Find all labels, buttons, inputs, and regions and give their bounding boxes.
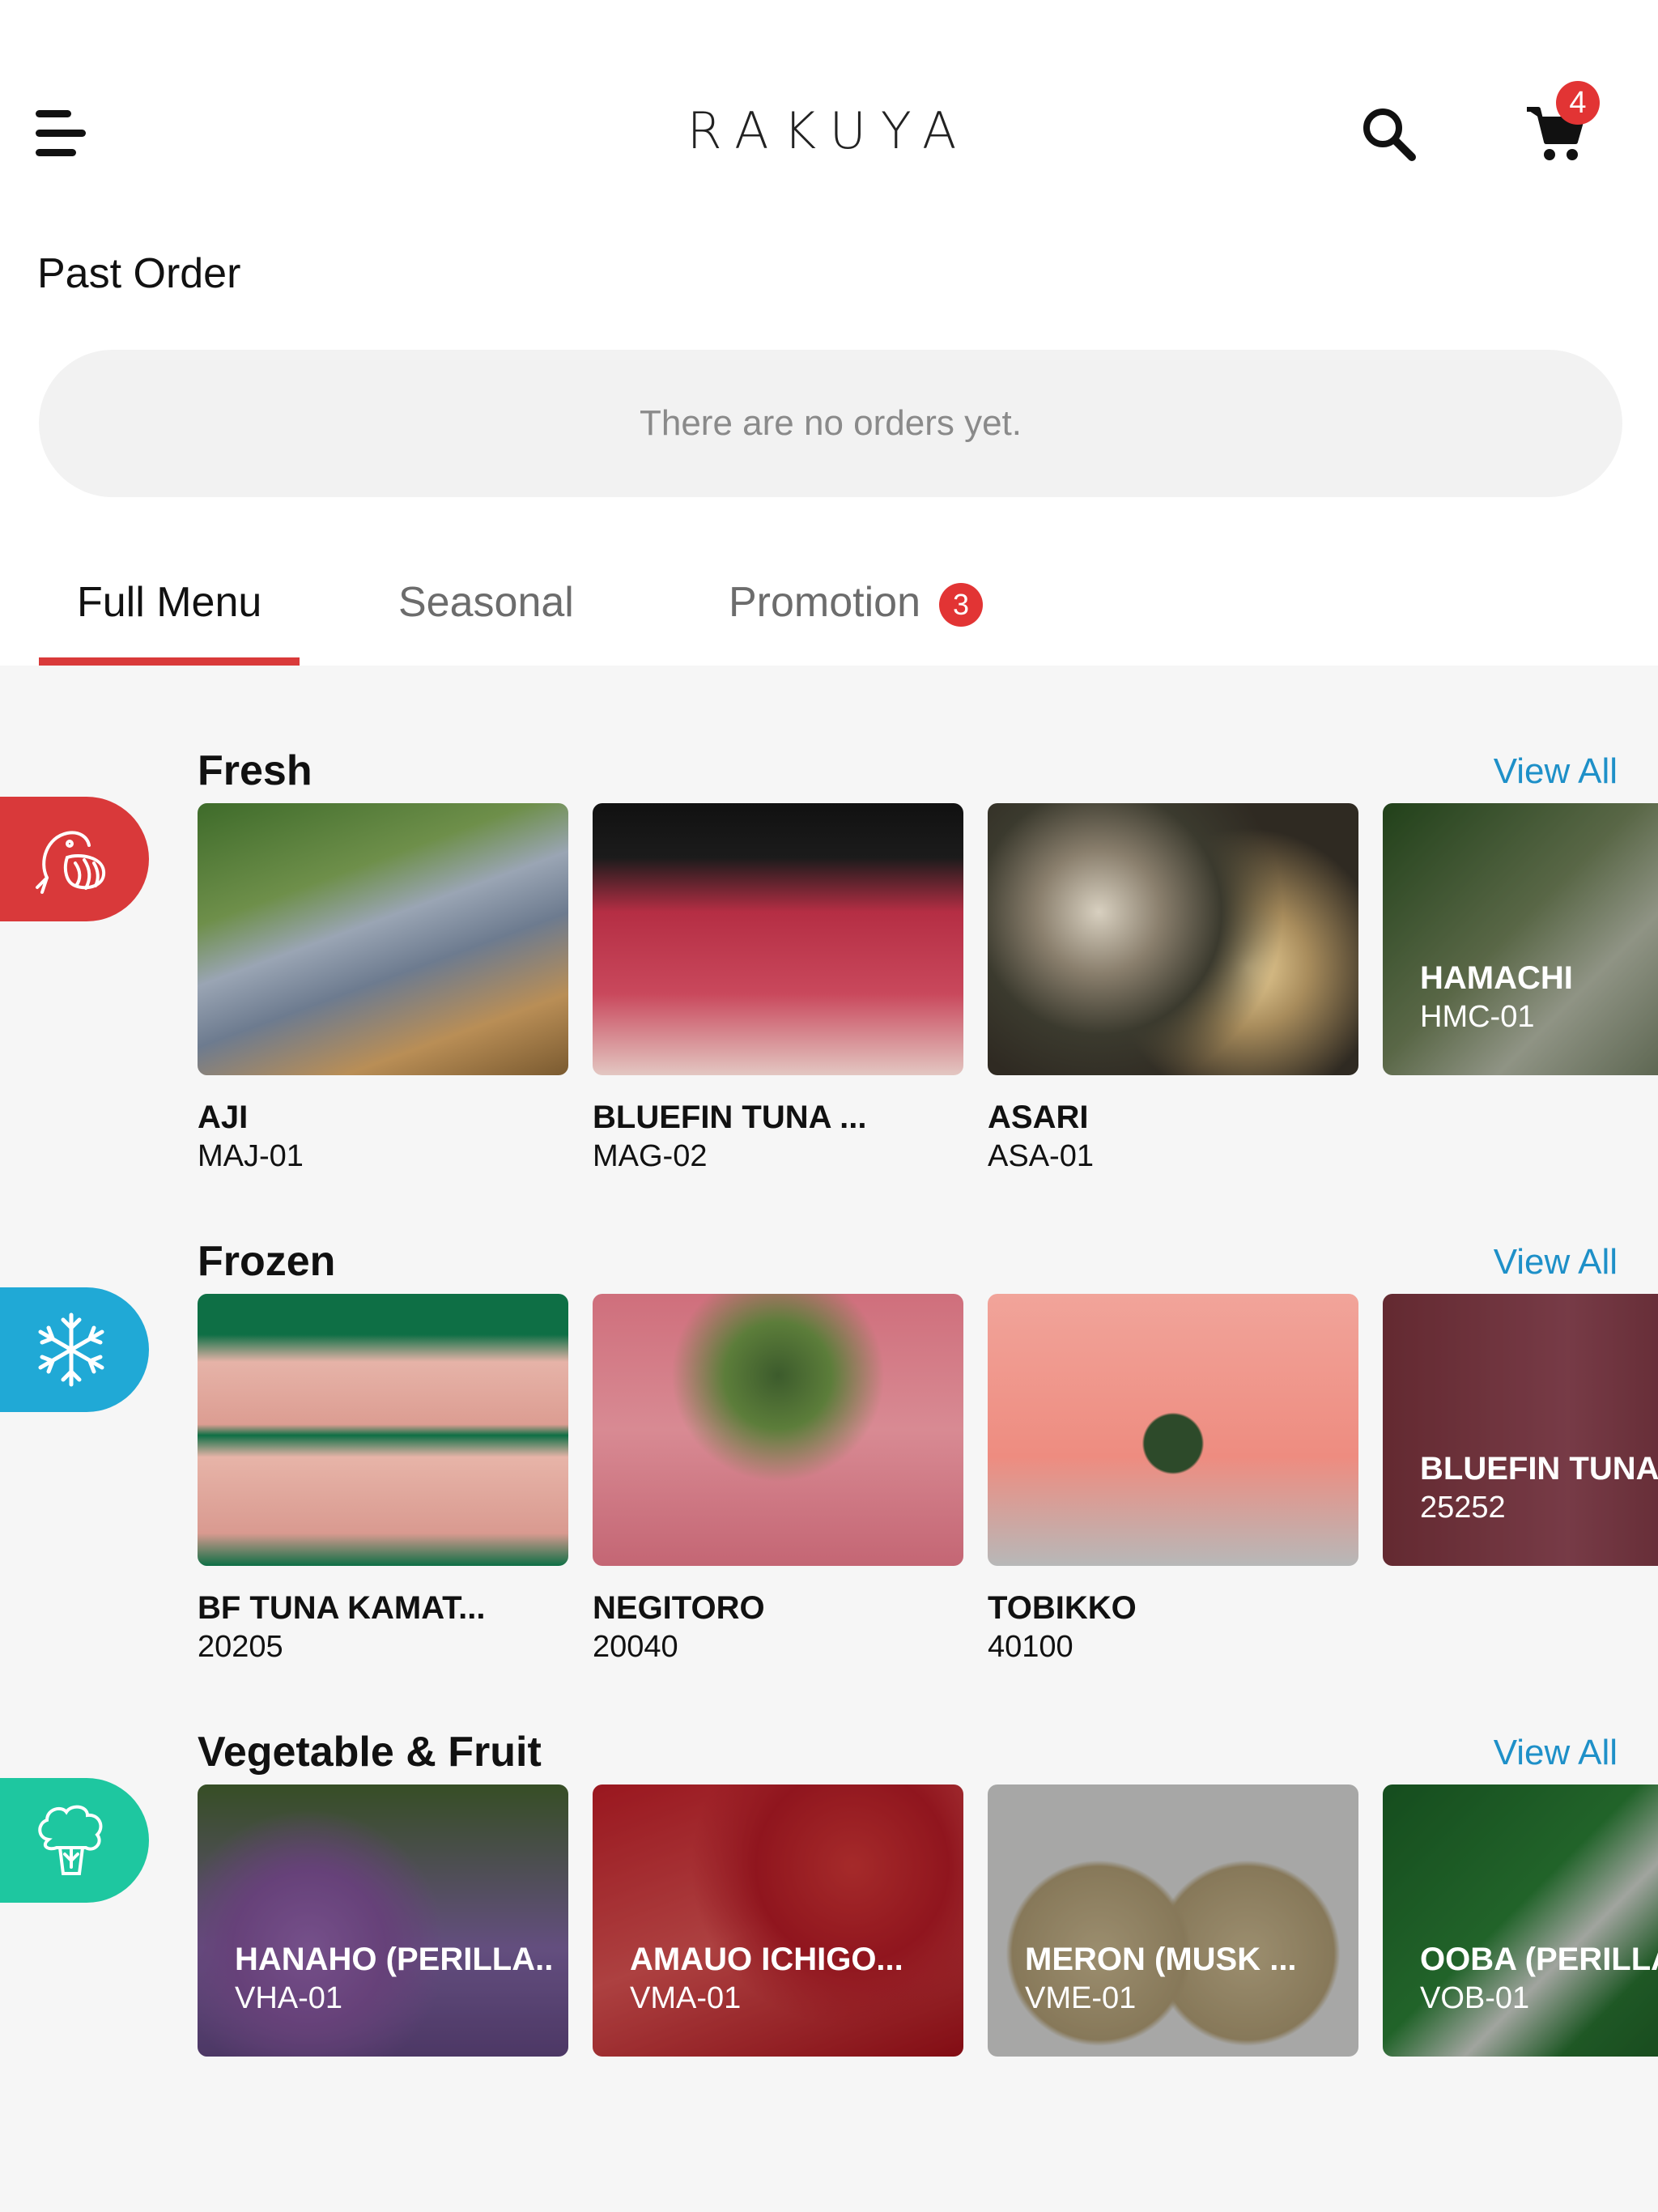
product-code: HMC-01 — [1420, 1000, 1535, 1034]
promotion-count-badge: 3 — [939, 583, 983, 627]
section-title: Frozen — [198, 1238, 336, 1285]
category-vegetable-button[interactable] — [0, 1778, 149, 1903]
product-code: VMA-01 — [630, 1981, 742, 2015]
product-card-negitoro[interactable] — [593, 1294, 963, 1566]
product-card-bf-tuna-kama[interactable] — [198, 1294, 568, 1566]
product-info: BLUEFIN TUNA ... MAG-02 — [593, 1100, 867, 1174]
product-name: BF TUNA KAMAT... — [198, 1590, 486, 1626]
product-name: MERON (MUSK ... — [1025, 1942, 1297, 1977]
past-order-title: Past Order — [37, 250, 241, 297]
product-code: MAG-02 — [593, 1139, 708, 1173]
app-header: RAKUYA 4 — [0, 0, 1658, 243]
product-code: VOB-01 — [1420, 1981, 1530, 2015]
product-code: VME-01 — [1025, 1981, 1137, 2015]
product-card-bluefin-tuna-frozen[interactable]: BLUEFIN TUNA 25252 — [1383, 1294, 1658, 1566]
product-name: TOBIKKO — [988, 1590, 1137, 1626]
product-code: MAJ-01 — [198, 1139, 304, 1173]
product-info: OOBA (PERILLA VOB-01 — [1420, 1942, 1658, 2016]
product-info: ASARI ASA-01 — [988, 1100, 1094, 1174]
product-name: HANAHO (PERILLA.. — [235, 1942, 554, 1977]
product-card-bluefin-tuna[interactable] — [593, 803, 963, 1075]
product-card-hamachi[interactable]: HAMACHI HMC-01 — [1383, 803, 1658, 1075]
product-info: BF TUNA KAMAT... 20205 — [198, 1590, 486, 1665]
product-info: BLUEFIN TUNA 25252 — [1420, 1451, 1658, 1525]
category-frozen-button[interactable] — [0, 1287, 149, 1412]
menu-tabs: Full Menu Seasonal Promotion — [0, 559, 1658, 666]
product-name: BLUEFIN TUNA — [1420, 1451, 1658, 1487]
fish-shell-icon — [36, 831, 106, 894]
product-code: VHA-01 — [235, 1981, 343, 2015]
product-name: AJI — [198, 1100, 249, 1135]
product-code: ASA-01 — [988, 1139, 1094, 1173]
tab-seasonal[interactable]: Seasonal — [398, 578, 574, 627]
product-name: BLUEFIN TUNA ... — [593, 1100, 867, 1135]
cart-count-badge: 4 — [1556, 81, 1600, 125]
product-info: TOBIKKO 40100 — [988, 1590, 1137, 1665]
product-card-asari[interactable] — [988, 803, 1358, 1075]
product-info: HAMACHI HMC-01 — [1420, 960, 1573, 1035]
product-card-ooba[interactable]: OOBA (PERILLA VOB-01 — [1383, 1784, 1658, 2057]
view-all-vegetable-link[interactable]: View All — [1494, 1733, 1618, 1773]
product-code: 25252 — [1420, 1491, 1506, 1525]
section-title: Vegetable & Fruit — [198, 1729, 542, 1776]
product-info: AJI MAJ-01 — [198, 1100, 304, 1174]
section-fresh: Fresh View All AJI MAJ-01 BLUEFIN TUNA .… — [0, 747, 1658, 1232]
product-info: MERON (MUSK ... VME-01 — [1025, 1942, 1297, 2016]
product-name: AMAUO ICHIGO... — [630, 1942, 903, 1977]
no-orders-message: There are no orders yet. — [39, 350, 1622, 497]
search-button[interactable] — [1360, 105, 1417, 162]
product-name: HAMACHI — [1420, 960, 1573, 996]
product-name: ASARI — [988, 1100, 1089, 1135]
product-card-aji[interactable] — [198, 803, 568, 1075]
view-all-frozen-link[interactable]: View All — [1494, 1242, 1618, 1283]
product-name: NEGITORO — [593, 1590, 765, 1626]
product-card-hanaho[interactable]: HANAHO (PERILLA.. VHA-01 — [198, 1784, 568, 2057]
product-info: NEGITORO 20040 — [593, 1590, 765, 1665]
product-name: OOBA (PERILLA — [1420, 1942, 1658, 1977]
tab-promotion[interactable]: Promotion — [729, 578, 920, 627]
product-code: 40100 — [988, 1630, 1073, 1664]
product-catalog: Fresh View All AJI MAJ-01 BLUEFIN TUNA .… — [0, 666, 1658, 2212]
section-frozen: Frozen View All BF TUNA KAMAT... 20205 N… — [0, 1237, 1658, 1723]
product-code: 20205 — [198, 1630, 283, 1664]
product-card-meron[interactable]: MERON (MUSK ... VME-01 — [988, 1784, 1358, 2057]
snowflake-icon — [38, 1312, 104, 1387]
broccoli-icon — [38, 1805, 103, 1875]
section-vegetable-fruit: Vegetable & Fruit View All HANAHO (PERIL… — [0, 1728, 1658, 2212]
product-code: 20040 — [593, 1630, 678, 1664]
view-all-fresh-link[interactable]: View All — [1494, 751, 1618, 792]
section-title: Fresh — [198, 747, 312, 794]
search-icon — [1363, 108, 1416, 161]
category-fresh-button[interactable] — [0, 797, 149, 921]
product-info: HANAHO (PERILLA.. VHA-01 — [235, 1942, 553, 2016]
product-card-amauo-ichigo[interactable]: AMAUO ICHIGO... VMA-01 — [593, 1784, 963, 2057]
tab-full-menu[interactable]: Full Menu — [77, 578, 261, 627]
active-tab-indicator — [39, 657, 300, 666]
product-card-tobikko[interactable] — [988, 1294, 1358, 1566]
product-info: AMAUO ICHIGO... VMA-01 — [630, 1942, 903, 2016]
